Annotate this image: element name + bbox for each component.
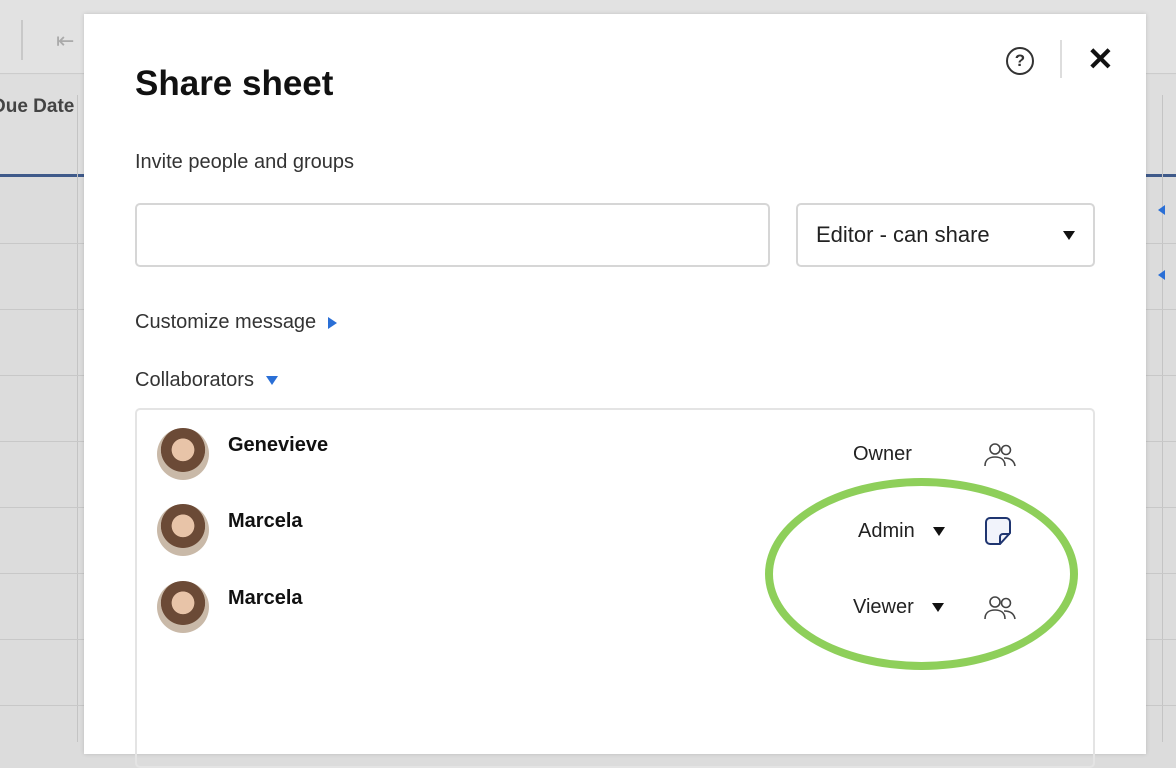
cell-indicator-icon — [1158, 270, 1165, 280]
avatar — [157, 428, 209, 480]
permission-dropdown[interactable]: Editor - can share — [796, 203, 1095, 267]
help-icon[interactable]: ? — [1006, 47, 1034, 75]
collaborator-name: Genevieve — [228, 434, 329, 456]
invite-input[interactable] — [135, 203, 770, 267]
customize-message-label: Customize message — [135, 311, 317, 333]
header-divider — [1060, 40, 1062, 78]
caret-down-icon — [1063, 230, 1075, 240]
toolbar-divider — [21, 20, 23, 60]
collaborator-name: Marcela — [228, 587, 303, 609]
cell-indicator-icon — [1158, 205, 1165, 215]
column-header-due-date: Due Date — [0, 96, 75, 117]
avatar — [157, 581, 209, 633]
grid-line — [77, 95, 78, 742]
highlight-annotation — [765, 478, 1078, 670]
group-icon — [984, 443, 1016, 467]
collaborators-toggle[interactable]: Collaborators — [135, 369, 278, 392]
outdent-icon: ⇤ — [56, 28, 75, 53]
role-text: Owner — [853, 443, 912, 465]
permission-selected: Editor - can share — [816, 222, 990, 247]
collaborators-label: Collaborators — [135, 369, 254, 391]
dialog-title: Share sheet — [135, 64, 334, 103]
role-label: Owner — [853, 443, 912, 466]
caret-down-icon — [265, 376, 278, 386]
invite-label: Invite people and groups — [135, 151, 355, 173]
caret-right-icon — [328, 316, 338, 329]
collaborator-name: Marcela — [228, 510, 303, 532]
avatar — [157, 504, 209, 556]
grid-line — [1162, 95, 1163, 742]
customize-message-toggle[interactable]: Customize message — [135, 311, 338, 334]
close-icon[interactable]: ✕ — [1087, 41, 1114, 77]
